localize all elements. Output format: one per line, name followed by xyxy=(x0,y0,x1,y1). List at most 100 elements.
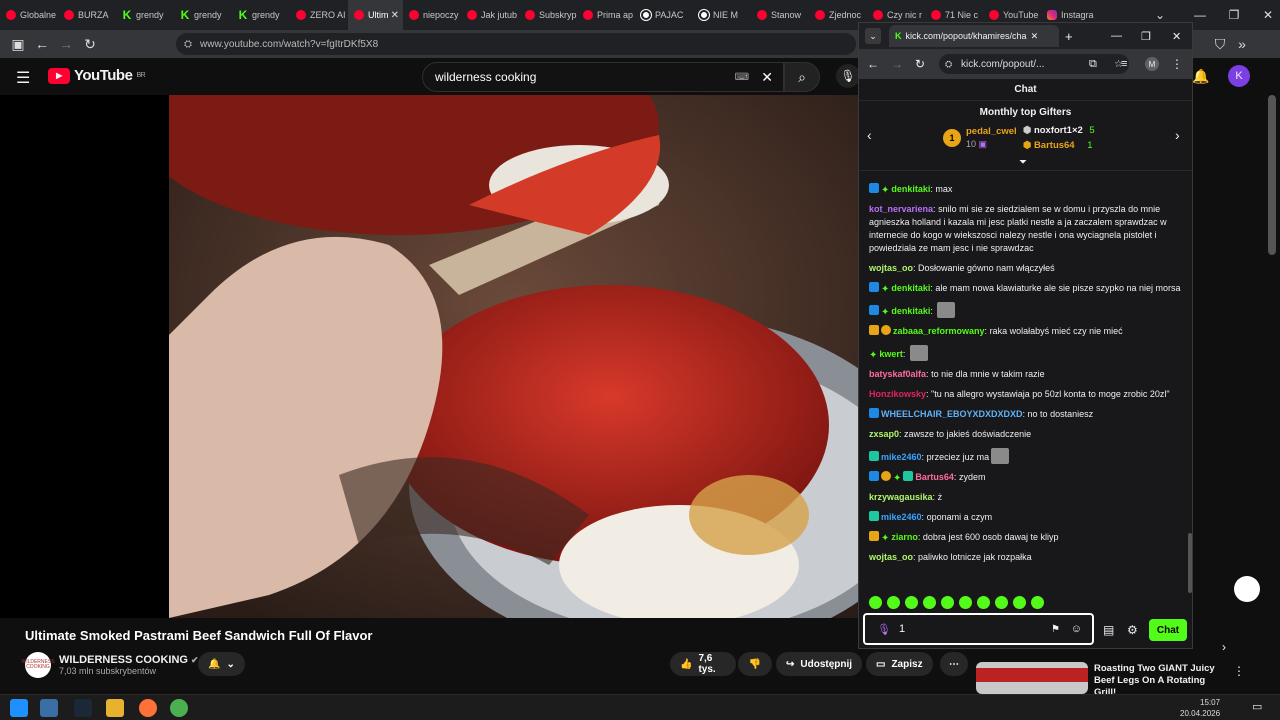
quick-emote-icon[interactable] xyxy=(959,596,972,609)
notifications-icon[interactable]: 🔔 xyxy=(1192,68,1209,85)
chat-emote-image[interactable] xyxy=(909,345,928,361)
chat-send-button[interactable]: Chat xyxy=(1149,619,1187,641)
url-field[interactable]: ⛭ www.youtube.com/watch?v=fgItrDKf5X8 xyxy=(176,33,856,55)
voice-search-icon[interactable]: 🎙 xyxy=(836,64,860,88)
share-button[interactable]: ↪ Udostępnij xyxy=(776,652,863,676)
channel-avatar[interactable]: WILDERNESS COOKING xyxy=(21,652,55,678)
browser-tab[interactable]: niepoczy xyxy=(403,0,461,30)
tab-menu-icon[interactable]: ⌄ xyxy=(865,28,881,44)
chat-username[interactable]: Honzikowsky xyxy=(869,389,926,399)
reload-icon[interactable]: ↻ xyxy=(78,32,102,56)
clear-search-icon[interactable]: ✕ xyxy=(761,69,773,86)
chrome-icon[interactable] xyxy=(170,699,188,717)
firefox-icon[interactable] xyxy=(139,699,157,717)
channel-watermark[interactable] xyxy=(1234,576,1260,602)
chat-emote-image[interactable] xyxy=(991,448,1010,464)
browser-tab[interactable]: Kgrendy xyxy=(232,0,290,30)
youtube-logo[interactable]: ▶ YouTube BR xyxy=(48,67,146,84)
chat-username[interactable]: denkitaki xyxy=(891,306,930,316)
save-button[interactable]: ▭ Zapisz xyxy=(866,652,933,676)
kick-menu-icon[interactable]: ⋮ xyxy=(1171,57,1183,71)
kick-url-field[interactable]: ⛭ kick.com/popout/... ☆ xyxy=(939,54,1129,74)
media-controls-icon[interactable]: ≡ xyxy=(1121,58,1127,70)
dislike-button[interactable]: 👎 xyxy=(738,652,772,676)
page-scrollbar[interactable] xyxy=(1268,95,1276,255)
chat-username[interactable]: mike2460 xyxy=(881,452,922,462)
browser-tab[interactable]: Globalne xyxy=(0,0,58,30)
chat-scrollbar[interactable] xyxy=(1188,533,1192,593)
browser-tab[interactable]: Ultim ✕ xyxy=(348,0,403,30)
chat-username[interactable]: mike2460 xyxy=(881,512,922,522)
gifters-next-icon[interactable]: › xyxy=(1175,127,1180,143)
browser-tab[interactable]: PAJAC xyxy=(635,0,693,30)
chat-input[interactable]: 🎙 1 ⚑ ☺ xyxy=(863,613,1094,645)
chat-username[interactable]: kwert xyxy=(879,349,903,359)
chat-username[interactable]: kot_nervariena xyxy=(869,204,933,214)
kick-close-icon[interactable]: ✕ xyxy=(1172,30,1181,43)
kick-tab[interactable]: K kick.com/popout/khamires/cha ✕ xyxy=(889,25,1059,47)
steam-icon[interactable] xyxy=(74,699,92,717)
file-explorer-app-icon[interactable] xyxy=(40,699,58,717)
notification-center-icon[interactable]: ▭ xyxy=(1252,700,1262,713)
kick-forward-icon[interactable]: → xyxy=(891,57,903,71)
chat-username[interactable]: batyskaf0alfa xyxy=(869,369,926,379)
folder-icon[interactable] xyxy=(106,699,124,717)
browser-tab[interactable]: Kgrendy xyxy=(174,0,232,30)
quick-emote-icon[interactable] xyxy=(977,596,990,609)
quick-emote-icon[interactable] xyxy=(995,596,1008,609)
quick-emote-icon[interactable] xyxy=(941,596,954,609)
close-tab-icon[interactable]: ✕ xyxy=(391,10,399,21)
browser-tab[interactable]: ZERO AI xyxy=(290,0,348,30)
menu-icon[interactable]: ☰ xyxy=(16,68,30,88)
video-player[interactable] xyxy=(169,95,859,618)
browser-tab[interactable]: Kgrendy xyxy=(116,0,174,30)
close-tab-icon[interactable]: ✕ xyxy=(1031,31,1039,42)
start-icon[interactable] xyxy=(10,699,28,717)
more-actions-button[interactable]: ⋯ xyxy=(940,652,968,676)
rec-more-icon[interactable]: ⋮ xyxy=(1233,664,1245,678)
kick-reload-icon[interactable]: ↻ xyxy=(915,57,925,71)
new-tab-icon[interactable]: + xyxy=(1065,29,1073,44)
back-icon[interactable]: ← xyxy=(30,32,54,56)
chat-username[interactable]: zabaaa_reformowany xyxy=(893,326,985,336)
store-icon[interactable]: ▤ xyxy=(1103,623,1114,637)
recommendation-thumbnail[interactable] xyxy=(976,662,1088,694)
chat-username[interactable]: wojtas_oo xyxy=(869,263,913,273)
chat-username[interactable]: zxsap0 xyxy=(869,429,899,439)
kick-profile-avatar[interactable]: M xyxy=(1145,57,1159,71)
quick-emote-icon[interactable] xyxy=(869,596,882,609)
quick-emote-icon[interactable] xyxy=(887,596,900,609)
shield-icon[interactable]: ⛉ xyxy=(1208,32,1232,56)
top-gifter-name[interactable]: pedal_cwel xyxy=(966,126,1017,137)
quick-emote-icon[interactable] xyxy=(1031,596,1044,609)
chat-settings-icon[interactable]: ⚙ xyxy=(1127,623,1138,637)
search-input[interactable]: wilderness cooking ⌨ ✕ xyxy=(422,62,784,92)
quick-emote-icon[interactable] xyxy=(905,596,918,609)
like-button[interactable]: 👍 7,6 tys. xyxy=(670,652,736,676)
channel-name[interactable]: WILDERNESS COOKING ✔ xyxy=(59,654,199,666)
browser-tab[interactable]: Stanow xyxy=(751,0,809,30)
quick-emote-icon[interactable] xyxy=(923,596,936,609)
keyboard-icon[interactable]: ⌨ xyxy=(735,72,749,83)
translate-icon[interactable]: ⚑ xyxy=(1051,624,1060,635)
emoji-icon[interactable]: ☺ xyxy=(1071,623,1082,635)
browser-tab[interactable]: BURZA xyxy=(58,0,116,30)
chat-username[interactable]: Bartus64 xyxy=(915,472,954,482)
chat-emote-image[interactable] xyxy=(937,302,956,318)
chat-username[interactable]: denkitaki xyxy=(891,283,930,293)
quick-emote-icon[interactable] xyxy=(1013,596,1026,609)
browser-tab[interactable]: Jak jutub xyxy=(461,0,519,30)
kick-maximize-icon[interactable]: ❐ xyxy=(1141,30,1151,43)
mic-icon[interactable]: 🎙 xyxy=(877,623,891,636)
chat-username[interactable]: krzywagausika xyxy=(869,492,933,502)
next-chevron-icon[interactable]: › xyxy=(1222,640,1226,654)
chat-username[interactable]: WHEELCHAIR_EBOYXDXDXDXD xyxy=(881,409,1023,419)
clock[interactable]: 15:07 20.04.2026 xyxy=(1180,697,1220,719)
more-chevron-icon[interactable]: » xyxy=(1230,32,1254,56)
chat-username[interactable]: ziarno xyxy=(891,532,918,542)
pinned-toggle-icon[interactable]: ⏷ xyxy=(1019,157,1027,168)
chat-username[interactable]: denkitaki xyxy=(891,184,930,194)
site-info-icon[interactable]: ⛭ xyxy=(184,39,192,50)
gifters-prev-icon[interactable]: ‹ xyxy=(867,127,872,143)
extensions-icon[interactable]: ⧉ xyxy=(1089,58,1097,71)
